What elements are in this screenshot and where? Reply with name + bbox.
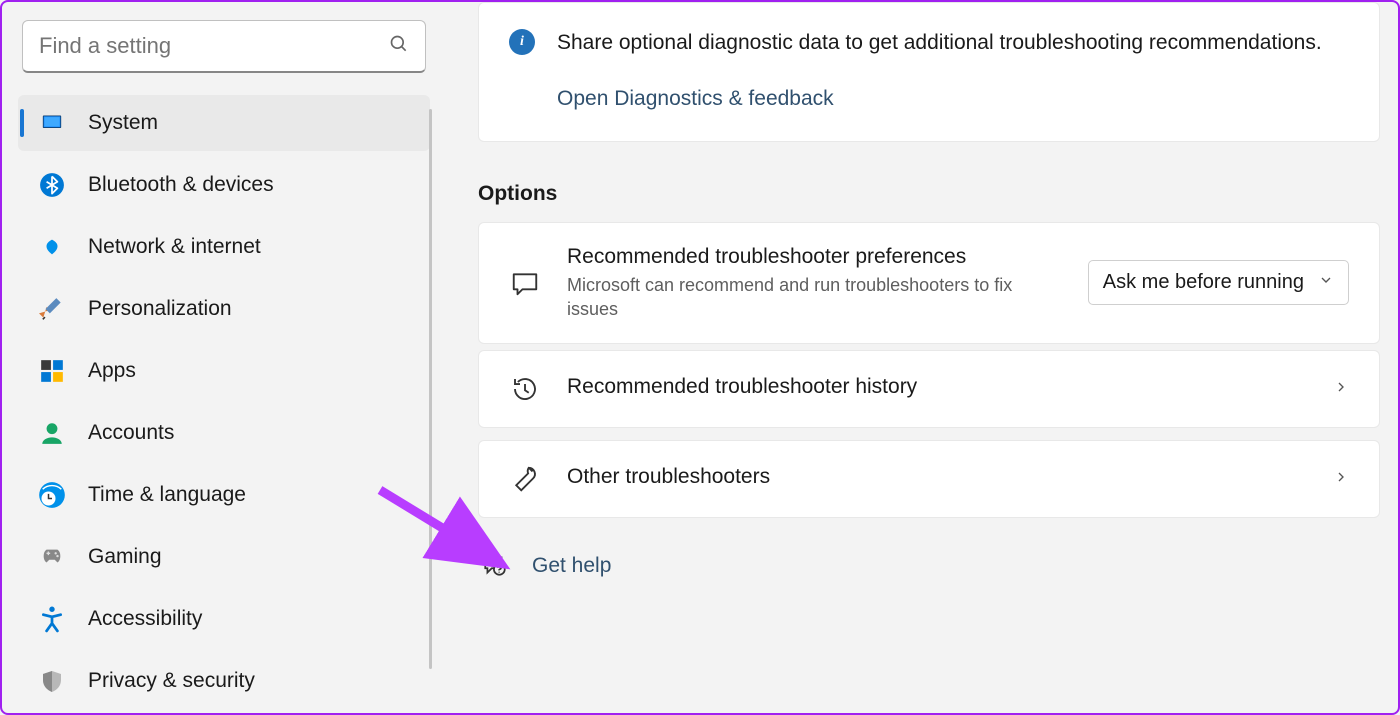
sidebar-item-network[interactable]: Network & internet (18, 219, 430, 275)
sidebar-item-time[interactable]: Time & language (18, 467, 430, 523)
help-icon (482, 552, 510, 580)
sidebar-item-label: Apps (88, 359, 136, 383)
personalization-icon (38, 295, 66, 323)
history-title: Recommended troubleshooter history (567, 375, 1307, 399)
pref-dropdown-value: Ask me before running (1103, 271, 1304, 294)
gaming-icon (38, 543, 66, 571)
sidebar-item-privacy[interactable]: Privacy & security (18, 653, 430, 709)
sidebar-item-gaming[interactable]: Gaming (18, 529, 430, 585)
time-icon (38, 481, 66, 509)
sidebar-item-label: Gaming (88, 545, 162, 569)
info-icon: i (509, 29, 535, 55)
pref-subtitle: Microsoft can recommend and run troubles… (567, 273, 1062, 322)
sidebar-item-apps[interactable]: Apps (18, 343, 430, 399)
main-panel: i Share optional diagnostic data to get … (442, 2, 1398, 713)
search-icon (389, 34, 409, 59)
sidebar-item-personalization[interactable]: Personalization (18, 281, 430, 337)
other-troubleshooters-card[interactable]: Other troubleshooters (478, 440, 1380, 518)
nav: System Bluetooth & devices Network & inter… (18, 95, 430, 709)
sidebar-item-label: Personalization (88, 297, 232, 321)
pref-title: Recommended troubleshooter preferences (567, 245, 1062, 269)
sidebar-item-label: Network & internet (88, 235, 261, 259)
troubleshooter-history-card[interactable]: Recommended troubleshooter history (478, 350, 1380, 428)
sidebar-item-label: Time & language (88, 483, 246, 507)
other-title: Other troubleshooters (567, 465, 1307, 489)
chevron-right-icon (1333, 379, 1349, 400)
open-diagnostics-link[interactable]: Open Diagnostics & feedback (557, 87, 1322, 111)
search-box[interactable] (22, 20, 426, 73)
sidebar-item-label: Accounts (88, 421, 174, 445)
history-icon (509, 373, 541, 405)
sidebar-item-bluetooth[interactable]: Bluetooth & devices (18, 157, 430, 213)
get-help-row[interactable]: Get help (478, 538, 1380, 594)
troubleshooter-preferences-card[interactable]: Recommended troubleshooter preferences M… (478, 222, 1380, 345)
sidebar-item-accounts[interactable]: Accounts (18, 405, 430, 461)
apps-icon (38, 357, 66, 385)
get-help-link[interactable]: Get help (532, 554, 611, 578)
accounts-icon (38, 419, 66, 447)
sidebar-item-label: Privacy & security (88, 669, 255, 693)
diagnostics-info-card: i Share optional diagnostic data to get … (478, 2, 1380, 142)
privacy-icon (38, 667, 66, 695)
pref-dropdown[interactable]: Ask me before running (1088, 260, 1349, 305)
chevron-down-icon (1318, 271, 1334, 294)
sidebar-item-label: Bluetooth & devices (88, 173, 274, 197)
sidebar-item-label: System (88, 111, 158, 135)
sidebar: System Bluetooth & devices Network & inter… (2, 2, 442, 713)
accessibility-icon (38, 605, 66, 633)
wrench-icon (509, 463, 541, 495)
chat-icon (509, 267, 541, 299)
diagnostics-info-text: Share optional diagnostic data to get ad… (557, 27, 1322, 59)
network-icon (38, 233, 66, 261)
chevron-right-icon (1333, 469, 1349, 490)
bluetooth-icon (38, 171, 66, 199)
sidebar-item-accessibility[interactable]: Accessibility (18, 591, 430, 647)
sidebar-item-label: Accessibility (88, 607, 202, 631)
search-input[interactable] (39, 33, 389, 59)
system-icon (38, 109, 66, 137)
options-heading: Options (478, 182, 1380, 206)
sidebar-item-system[interactable]: System (18, 95, 430, 151)
